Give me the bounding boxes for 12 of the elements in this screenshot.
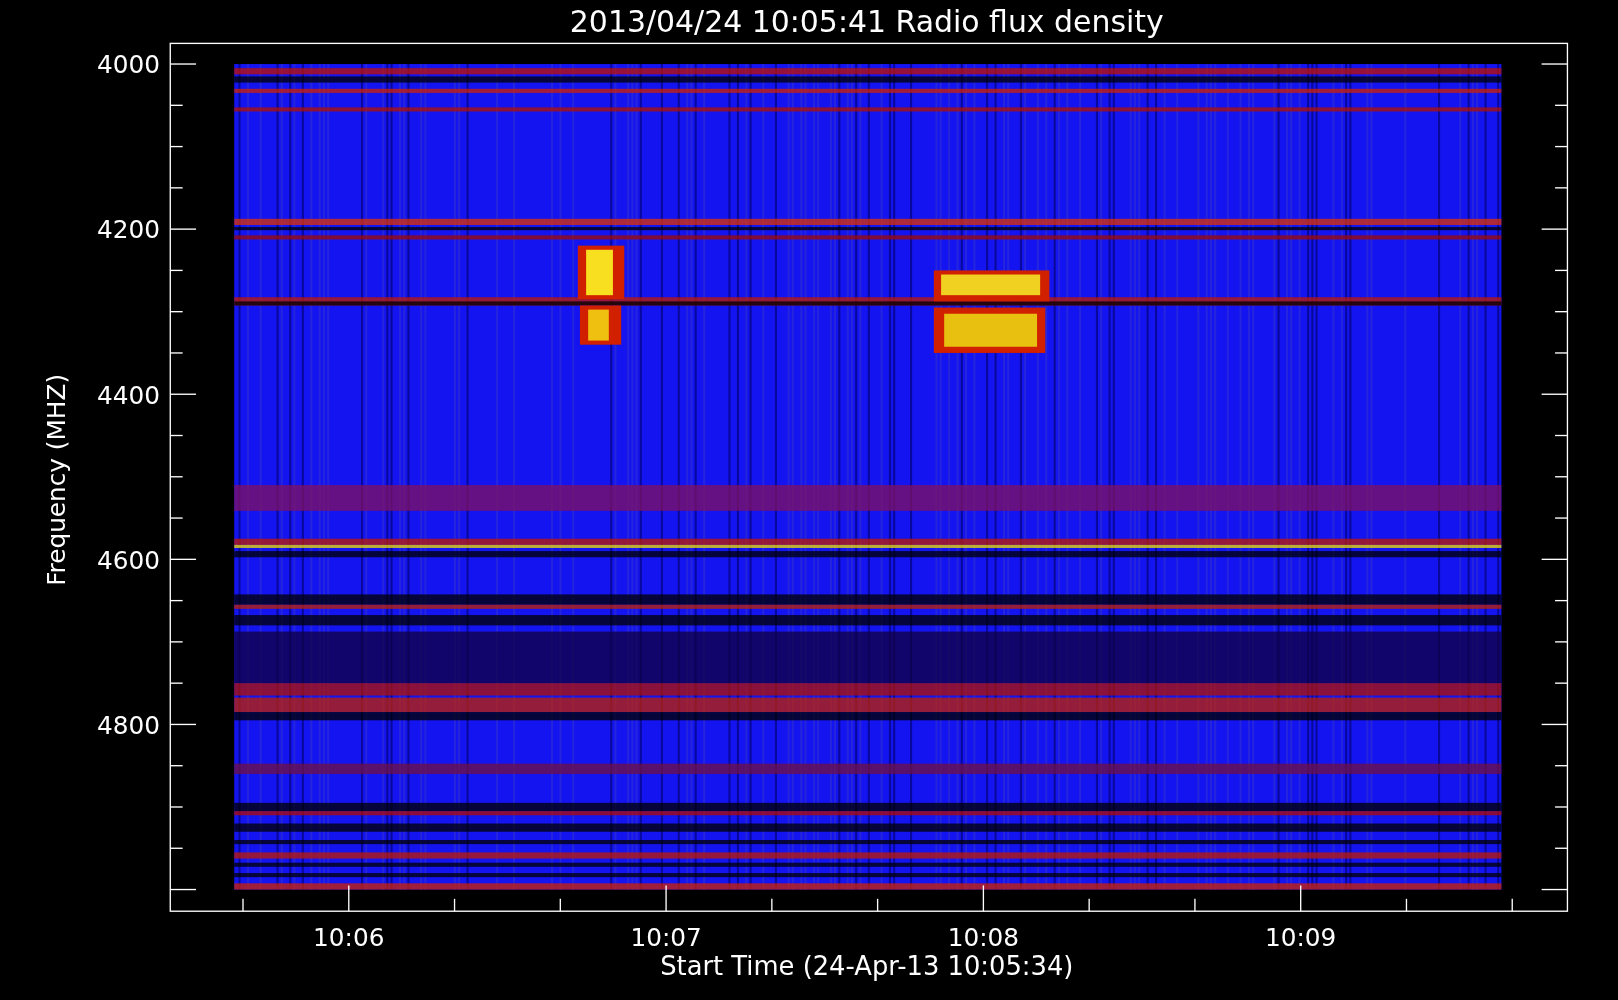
y-tick-label: 4200 (96, 215, 160, 245)
y-tick-label: 4400 (96, 380, 160, 410)
x-axis-label: Start Time (24-Apr-13 10:05:34) (660, 951, 1074, 982)
y-tick-label: 4600 (96, 545, 160, 575)
plot-title: 2013/04/24 10:05:41 Radio flux density (569, 4, 1164, 40)
x-tick-label: 10:07 (630, 923, 702, 953)
x-tick-label: 10:08 (947, 923, 1020, 953)
y-tick-label: 4000 (96, 50, 160, 80)
y-axis-label: Frequency (MHZ) (42, 373, 71, 586)
x-tick-label: 10:09 (1265, 923, 1337, 953)
y-tick-label: 4800 (96, 710, 160, 740)
x-tick-label: 10:06 (313, 923, 385, 953)
